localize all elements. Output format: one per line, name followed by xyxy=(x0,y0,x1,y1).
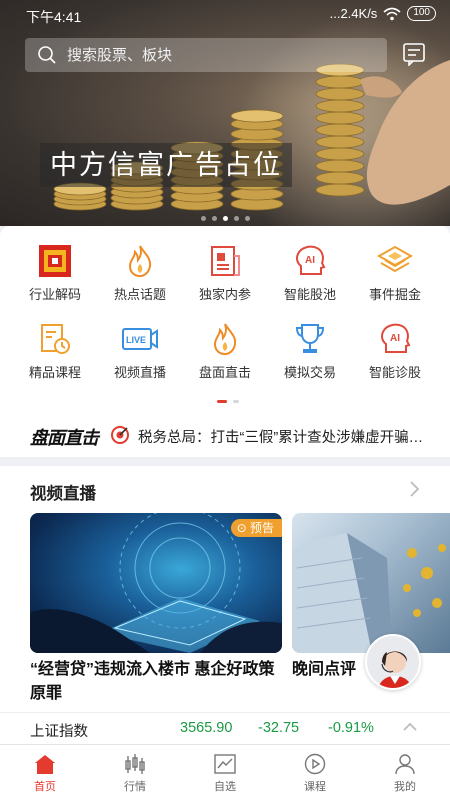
index-change: -32.75 xyxy=(258,720,300,736)
flame-icon xyxy=(128,245,152,278)
live-icon: LIVE xyxy=(122,328,158,350)
ticker-brand: 盘面直击 xyxy=(30,428,99,448)
chart-frame-icon xyxy=(214,754,236,774)
index-percent: -0.91% xyxy=(328,720,374,736)
tab-label: 课程 xyxy=(304,781,326,793)
badge-label: 预告 xyxy=(249,521,274,535)
tab-label: 行情 xyxy=(124,781,146,793)
grid-item-hot-topics[interactable]: 热点话题 xyxy=(95,244,185,314)
wifi-icon xyxy=(383,7,401,20)
target-icon xyxy=(111,426,129,444)
news-ticker[interactable]: 盘面直击 税务总局：打击“三假”累计查处涉嫌虚开骗… xyxy=(0,412,450,458)
grid-item-market-live[interactable]: 盘面直击 xyxy=(180,322,270,392)
feature-grid: 行业解码 热点话题 独家内参 AI 智能股池 事件掘金 精品课程 LIVE 视频… xyxy=(0,226,450,412)
network-speed: ...2.4K/s xyxy=(329,6,378,21)
layers-icon xyxy=(376,245,414,273)
flame-icon xyxy=(213,323,237,356)
play-circle-icon xyxy=(304,753,326,775)
svg-text:LIVE: LIVE xyxy=(126,335,146,345)
course-clock-icon xyxy=(41,324,70,354)
building-coins-illustration xyxy=(292,533,446,653)
candlestick-icon xyxy=(125,754,145,774)
grid-item-industry[interactable]: 行业解码 xyxy=(10,244,100,314)
user-icon xyxy=(395,754,415,775)
banner-pagination xyxy=(0,208,450,226)
tab-watchlist[interactable]: 自选 xyxy=(180,745,270,800)
tab-home[interactable]: 首页 xyxy=(0,745,90,800)
grid-page-dot xyxy=(233,400,240,403)
search-input[interactable] xyxy=(67,46,367,64)
banner-dot xyxy=(211,216,217,221)
tab-profile[interactable]: 我的 xyxy=(360,745,450,800)
video-card-title[interactable]: “经营贷”违规流入楼市 惠企好政策原罪 xyxy=(30,658,282,706)
video-card-thumbnail-2[interactable] xyxy=(292,513,450,653)
home-screen: 中方信富广告占位 下午4:41 ...2.4K/s 100 行业解码 热点话题 … xyxy=(0,0,450,800)
video-live-section: 视频直播 ⊙ 预告 “经营贷”违规流入楼市 惠企好政策原罪 晚间点评 xyxy=(0,466,450,744)
tab-label: 首页 xyxy=(34,781,56,793)
grid-item-smart-pool[interactable]: AI 智能股池 xyxy=(265,244,355,314)
battery-indicator: 100 xyxy=(407,6,436,21)
home-icon xyxy=(35,755,55,774)
ticker-headline[interactable]: 税务总局：打击“三假”累计查处涉嫌虚开骗… xyxy=(138,426,428,447)
grid-item-exclusive[interactable]: 独家内参 xyxy=(180,244,270,314)
video-card-title-2[interactable]: 晚间点评 xyxy=(292,658,356,682)
promo-banner[interactable]: 中方信富广告占位 xyxy=(0,0,450,226)
banner-dot xyxy=(233,216,239,221)
coins-illustration xyxy=(53,60,450,211)
trophy-icon xyxy=(295,324,325,353)
tab-label: 我的 xyxy=(394,781,416,793)
banner-dot xyxy=(200,216,206,221)
preview-badge: ⊙ 预告 xyxy=(230,519,282,537)
grid-item-label: 精品课程 xyxy=(28,365,81,380)
grid-item-sim-trade[interactable]: 模拟交易 xyxy=(265,322,355,392)
search-icon xyxy=(38,46,56,64)
message-icon[interactable] xyxy=(402,42,426,66)
tab-market[interactable]: 行情 xyxy=(90,745,180,800)
banner-ad-text: 中方信富广告占位 xyxy=(40,143,292,187)
grid-item-live[interactable]: LIVE 视频直播 xyxy=(95,322,185,392)
grid-item-label: 智能股池 xyxy=(283,287,336,302)
grid-item-courses[interactable]: 精品课程 xyxy=(10,322,100,392)
document-icon xyxy=(211,246,240,276)
index-quote-bar[interactable]: 上证指数 3565.90 -32.75 -0.91% xyxy=(0,712,450,744)
status-bar: 下午4:41 ...2.4K/s 100 xyxy=(0,0,450,30)
svg-text:AI: AI xyxy=(390,333,400,344)
grid-item-label: 盘面直击 xyxy=(198,365,251,380)
search-bar[interactable] xyxy=(25,38,387,72)
customer-service-avatar[interactable] xyxy=(365,634,421,690)
ai-head-icon: AI xyxy=(381,323,411,353)
section-title: 视频直播 xyxy=(30,485,96,503)
bottom-tab-bar: 首页 行情 自选 课程 我的 xyxy=(0,744,450,800)
chevron-up-icon[interactable] xyxy=(402,721,418,733)
grid-item-label: 模拟交易 xyxy=(283,365,336,380)
grid-item-label: 行业解码 xyxy=(28,287,81,302)
video-card-thumbnail[interactable]: ⊙ 预告 xyxy=(30,513,282,653)
banner-dot xyxy=(244,216,250,221)
grid-item-label: 事件掘金 xyxy=(368,287,421,302)
banner-dot-active xyxy=(222,216,228,221)
status-time: 下午4:41 xyxy=(26,9,82,25)
industry-decode-icon xyxy=(39,245,71,277)
grid-item-label: 视频直播 xyxy=(113,365,166,380)
agent-avatar-icon xyxy=(377,651,413,688)
ai-head-icon: AI xyxy=(296,245,326,275)
grid-item-event-mining[interactable]: 事件掘金 xyxy=(350,244,440,314)
tab-label: 自选 xyxy=(214,781,236,793)
grid-item-smart-diagnosis[interactable]: AI 智能诊股 xyxy=(350,322,440,392)
svg-text:AI: AI xyxy=(305,255,315,266)
chevron-right-icon[interactable] xyxy=(408,480,420,498)
index-name: 上证指数 xyxy=(30,724,88,740)
tab-courses[interactable]: 课程 xyxy=(270,745,360,800)
grid-item-label: 独家内参 xyxy=(198,287,251,302)
grid-item-label: 智能诊股 xyxy=(368,365,421,380)
index-price: 3565.90 xyxy=(180,720,233,736)
grid-item-label: 热点话题 xyxy=(113,287,166,302)
grid-page-dot-active xyxy=(217,400,227,403)
